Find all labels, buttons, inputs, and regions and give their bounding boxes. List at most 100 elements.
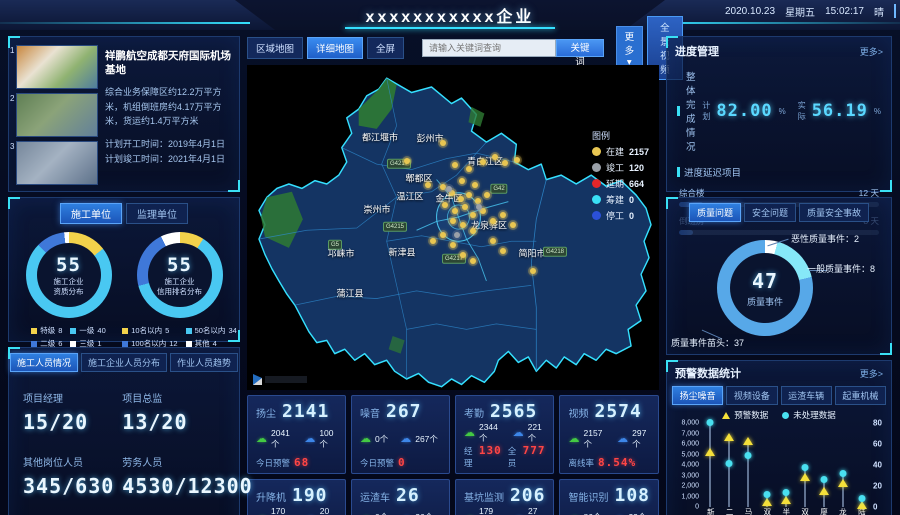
y-tick: 4,000 [681, 462, 699, 469]
chart-column[interactable] [777, 423, 795, 507]
device-card[interactable]: 升降机 190 ☁ 170个 ☁ 20个 [247, 479, 346, 515]
site-marker-active[interactable] [450, 218, 456, 224]
site-marker-active[interactable] [470, 258, 476, 264]
map-legend-title: 图例 [592, 129, 649, 142]
site-marker-active[interactable] [530, 268, 536, 274]
panel-title: 预警数据统计 [675, 365, 741, 381]
road-badge: G5 [328, 240, 342, 250]
site-marker-active[interactable] [462, 204, 468, 210]
site-marker-active[interactable] [459, 178, 465, 184]
site-marker-active[interactable] [452, 208, 458, 214]
site-marker-active[interactable] [404, 158, 410, 164]
units-tab[interactable]: 监理单位 [126, 203, 188, 224]
site-marker-active[interactable] [440, 140, 446, 146]
footer-value: 130 [479, 444, 502, 457]
donut-total: 55 [56, 254, 81, 276]
site-marker-active[interactable] [502, 160, 508, 166]
card-value: 206 [510, 485, 546, 506]
chart-column[interactable] [758, 423, 776, 507]
map-canvas[interactable]: 都江堰市彭州市青白江区郫都区温江区金牛区崇州市龙泉驿区新津县邛崃市简阳市蒲江县 … [247, 65, 659, 390]
accent-bar [677, 167, 680, 177]
map-svg [247, 65, 659, 390]
site-marker-active[interactable] [460, 222, 466, 228]
map-mode-button[interactable]: 区域地图 [247, 37, 303, 59]
legend-swatch [122, 328, 128, 334]
site-marker-active[interactable] [470, 228, 476, 234]
device-card[interactable]: 视频 2574 ☁ 2157个 ☁ 297个 [559, 395, 659, 474]
online-count: 86个 [583, 511, 601, 515]
site-marker-active[interactable] [472, 182, 478, 188]
warning-tab[interactable]: 扬尘噪音 [672, 386, 723, 405]
site-marker-finished[interactable] [446, 186, 452, 192]
chart-column[interactable] [720, 423, 738, 507]
dashboard-screen: xxxxxxxxxxx企业 2020.10.23 星期五 15:02:17 晴 … [0, 0, 900, 515]
offline-cloud-icon: ☁ [400, 512, 411, 515]
personnel-tab[interactable]: 施工企业人员分布 [81, 353, 167, 372]
map-legend-item: 停工 0 [592, 209, 649, 222]
warning-tab[interactable]: 运渣车辆 [781, 386, 832, 405]
chart-column[interactable] [834, 423, 852, 507]
chart-column[interactable] [796, 423, 814, 507]
site-marker-active[interactable] [490, 238, 496, 244]
site-marker-active[interactable] [452, 162, 458, 168]
site-marker-active[interactable] [442, 202, 448, 208]
site-marker-finished[interactable] [454, 232, 460, 238]
site-marker-active[interactable] [430, 238, 436, 244]
site-marker-active[interactable] [484, 192, 490, 198]
personnel-tab[interactable]: 施工人员情况 [10, 353, 78, 372]
site-marker-active[interactable] [466, 192, 472, 198]
unprocessed-circle-marker [745, 452, 752, 459]
site-marker-active[interactable] [500, 248, 506, 254]
site-marker-active[interactable] [510, 222, 516, 228]
stat-value: 15/20 [23, 410, 114, 434]
search-input[interactable] [422, 39, 556, 57]
chart-column[interactable] [701, 423, 719, 507]
more-dropdown[interactable]: 更多 ▾ [616, 26, 644, 71]
more-link[interactable]: 更多> [860, 45, 883, 58]
device-card[interactable]: 噪音 267 ☁ 0个 ☁ 267个 [351, 395, 450, 474]
chart-column[interactable] [853, 423, 871, 507]
more-link[interactable]: 更多> [860, 367, 883, 380]
quality-tab[interactable]: 安全问题 [744, 203, 796, 222]
site-marker-active[interactable] [492, 154, 498, 160]
site-marker-active[interactable] [470, 212, 476, 218]
online-count: 2344个 [479, 422, 501, 444]
site-marker-active[interactable] [458, 196, 464, 202]
warning-tab[interactable]: 视频设备 [726, 386, 777, 405]
site-marker-active[interactable] [440, 232, 446, 238]
offline-cloud-icon: ☁ [513, 512, 524, 515]
map-mode-button[interactable]: 全屏 [367, 37, 404, 59]
chart-column[interactable] [739, 423, 757, 507]
site-marker-active[interactable] [480, 159, 486, 165]
site-marker-active[interactable] [500, 212, 506, 218]
quality-tab[interactable]: 质量问题 [689, 203, 741, 222]
search-button[interactable]: 关键词 [556, 39, 603, 57]
site-marker-active[interactable] [460, 252, 466, 258]
project-thumbnail[interactable]: 3 [16, 141, 98, 185]
project-thumbnail[interactable]: 2 [16, 93, 98, 137]
map-mode-button[interactable]: 详细地图 [307, 37, 363, 59]
device-card[interactable]: 扬尘 2141 ☁ 2041个 ☁ 100个 [247, 395, 346, 474]
site-marker-active[interactable] [466, 166, 472, 172]
units-tab[interactable]: 施工单位 [60, 203, 122, 224]
site-marker-active[interactable] [450, 242, 456, 248]
device-card[interactable]: 考勤 2565 ☁ 2344个 ☁ 221个 [455, 395, 555, 474]
quality-panel: 质量问题安全问题质量安全事故 47 质量事件 恶性质量事件：2 一般质量事件：8… [666, 197, 892, 355]
device-card[interactable]: 基坑监测 206 ☁ 179个 ☁ 27个 [455, 479, 555, 515]
device-card[interactable]: 运渣车 26 ☁ 0个 ☁ 26个 [351, 479, 450, 515]
site-marker-active[interactable] [425, 182, 431, 188]
project-thumbnail[interactable]: 1 [16, 45, 98, 89]
quality-tab[interactable]: 质量安全事故 [799, 203, 869, 222]
device-card[interactable]: 智能识别 108 ☁ 86个 ☁ 22个 [559, 479, 659, 515]
site-marker-active[interactable] [514, 157, 520, 163]
quality-caption: 质量事件 [747, 295, 783, 308]
site-marker-finished[interactable] [476, 204, 482, 210]
legend-value: 40 [97, 326, 105, 335]
warning-tab[interactable]: 起重机械 [835, 386, 886, 405]
personnel-tab[interactable]: 作业人员趋势 [170, 353, 238, 372]
y-tick: 20 [873, 482, 882, 491]
chart-column[interactable] [815, 423, 833, 507]
legend-item: 10名以内 5 [122, 325, 177, 336]
site-marker-active[interactable] [490, 218, 496, 224]
online-count: 2041个 [271, 428, 292, 450]
